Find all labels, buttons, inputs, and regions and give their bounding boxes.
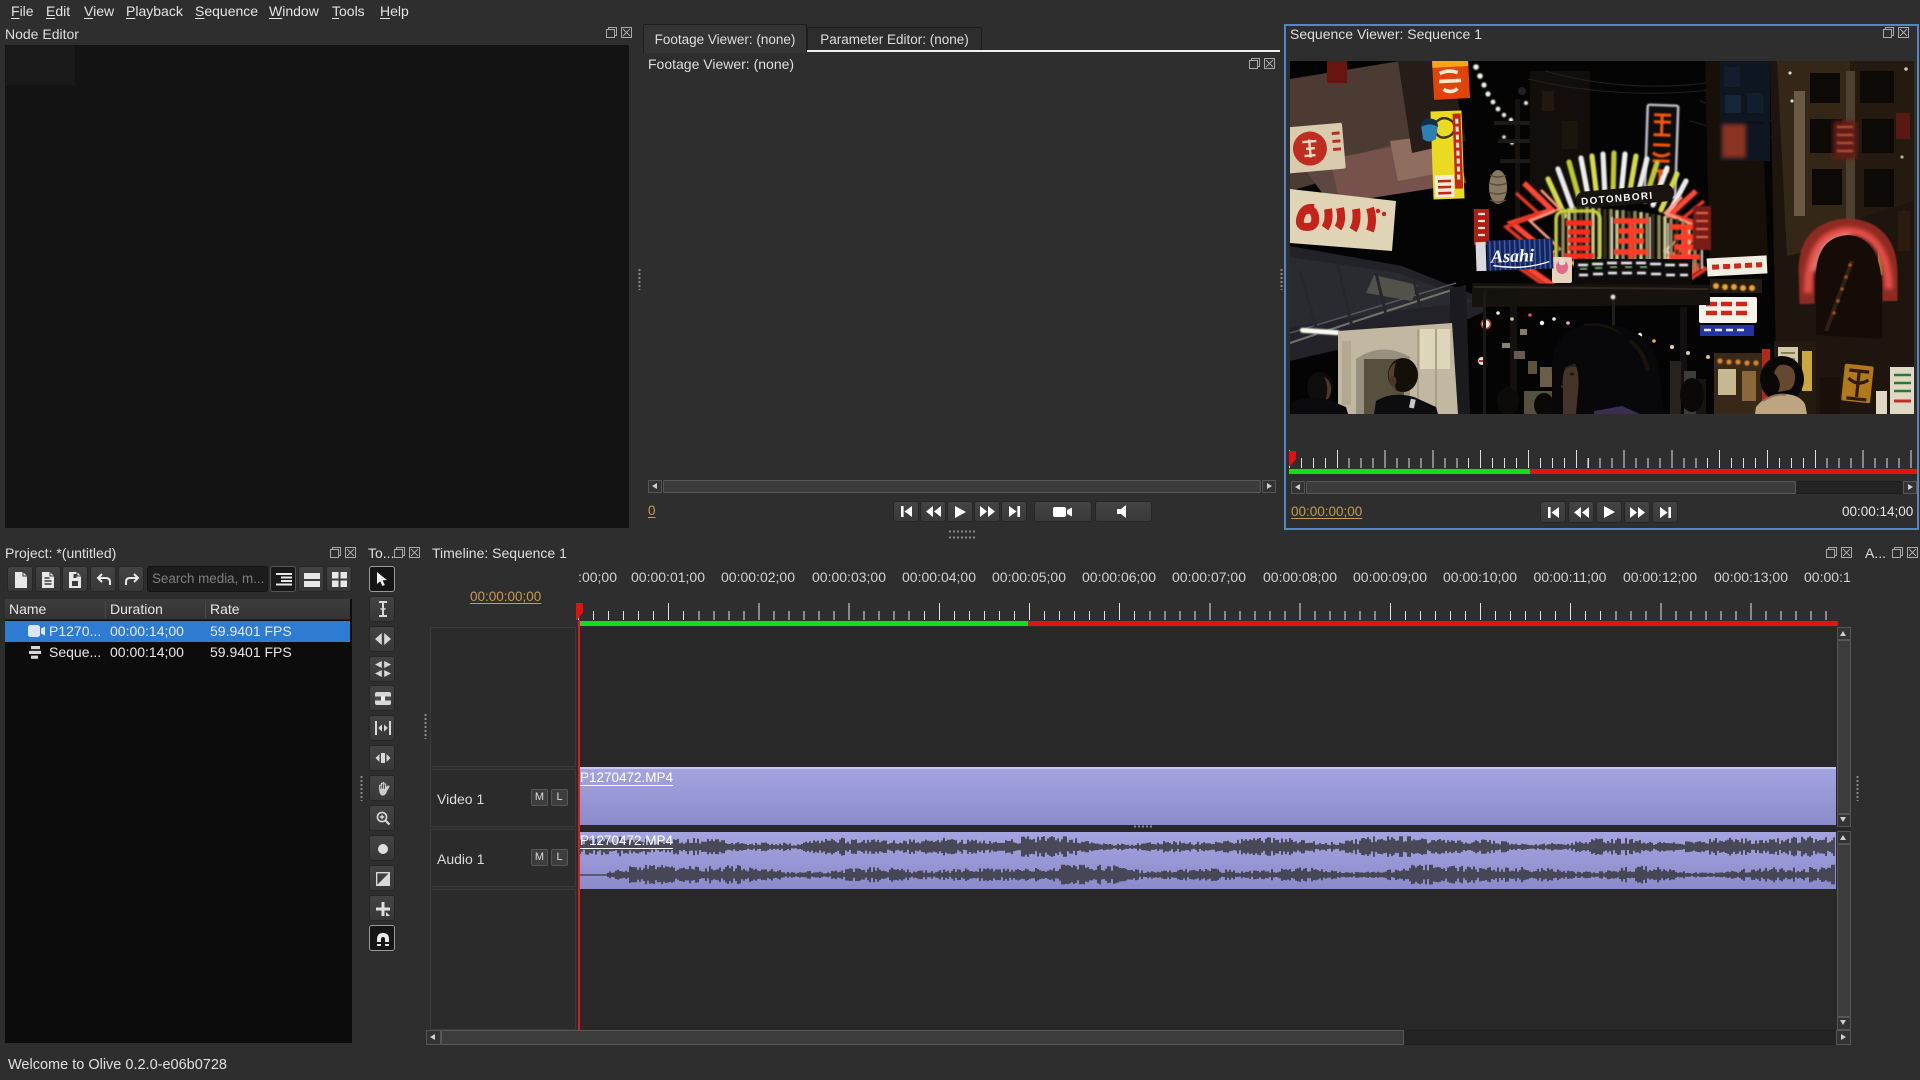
svg-text:Asahi: Asahi — [1490, 245, 1535, 267]
